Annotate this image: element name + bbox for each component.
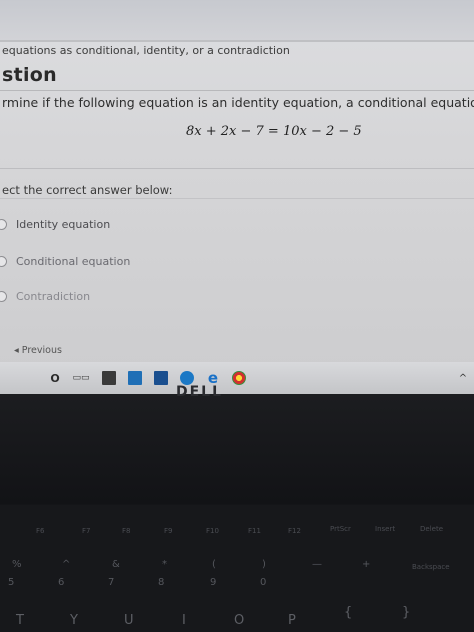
key-y: Y — [70, 613, 78, 628]
dell-logo: DELL — [176, 384, 224, 400]
radio-button[interactable] — [0, 218, 7, 230]
key-0: 0 — [260, 577, 267, 588]
key-u: U — [124, 613, 134, 628]
key-f6: F6 — [36, 527, 45, 535]
key-f12: F12 — [288, 527, 301, 535]
key-8: 8 — [158, 577, 165, 588]
key-symbol: * — [162, 559, 167, 570]
equation-divider — [0, 168, 474, 169]
edge-icon[interactable]: e — [206, 369, 220, 387]
key-insert: Insert — [375, 525, 396, 533]
key-symbol: + — [362, 559, 371, 570]
mail-icon[interactable] — [154, 371, 168, 385]
key-9: 9 — [210, 577, 217, 588]
header-divider — [0, 40, 474, 42]
key-f9: F9 — [164, 527, 173, 535]
chevron-up-icon[interactable]: ^ — [456, 371, 470, 385]
key-left-brace: { — [344, 605, 353, 620]
key-6: 6 — [58, 577, 65, 588]
breadcrumb: equations as conditional, identity, or a… — [2, 44, 290, 57]
globe-icon[interactable] — [180, 371, 194, 385]
option-conditional-equation[interactable]: Conditional equation — [0, 252, 130, 270]
key-symbol: ^ — [62, 559, 71, 570]
shopping-bag-icon[interactable] — [128, 371, 142, 385]
answer-prompt: ect the correct answer below: — [2, 183, 173, 197]
equation: 8x + 2x − 7 = 10x − 2 − 5 — [186, 124, 362, 139]
page-title: stion — [2, 64, 57, 86]
option-label: Identity equation — [16, 217, 111, 231]
radio-button[interactable] — [0, 290, 7, 302]
key-symbol: ( — [212, 559, 216, 570]
option-identity-equation[interactable]: Identity equation — [0, 215, 110, 233]
store-icon[interactable] — [102, 371, 116, 385]
key-backspace: Backspace — [412, 563, 450, 571]
radio-button[interactable] — [0, 255, 7, 267]
previous-button[interactable]: ◂ Previous — [14, 345, 62, 356]
task-view-icon[interactable]: ▭▭ — [73, 371, 90, 385]
key-prtscr: PrtScr — [330, 525, 351, 533]
key-p: P — [288, 613, 296, 628]
key-symbol: % — [12, 559, 22, 570]
screen: equations as conditional, identity, or a… — [0, 0, 474, 368]
key-delete: Delete — [420, 525, 443, 533]
windows-taskbar: O ▭▭ e ^ — [0, 362, 474, 394]
question-instruction: rmine if the following equation is an id… — [2, 95, 474, 110]
key-f11: F11 — [248, 527, 261, 535]
key-f7: F7 — [82, 527, 91, 535]
option-label: Contradiction — [16, 289, 91, 303]
key-symbol: ) — [262, 559, 266, 570]
key-f8: F8 — [122, 527, 131, 535]
key-o: O — [234, 613, 245, 628]
chrome-icon[interactable] — [232, 371, 246, 385]
laptop-keyboard: F6 F7 F8 F9 F10 F11 F12 PrtScr Insert De… — [0, 505, 474, 632]
key-7: 7 — [108, 577, 115, 588]
key-f10: F10 — [206, 527, 219, 535]
key-t: T — [16, 613, 24, 628]
key-symbol: & — [112, 559, 120, 570]
key-right-brace: } — [402, 605, 411, 620]
title-divider — [0, 90, 474, 91]
prompt-divider — [0, 198, 474, 199]
laptop-bezel — [0, 394, 474, 504]
key-symbol: — — [312, 559, 322, 570]
key-i: I — [182, 613, 186, 628]
browser-top-bar — [0, 0, 474, 40]
option-contradiction[interactable]: Contradiction — [0, 287, 90, 305]
key-5: 5 — [8, 577, 15, 588]
option-label: Conditional equation — [16, 254, 131, 268]
search-icon[interactable]: O — [48, 371, 62, 385]
